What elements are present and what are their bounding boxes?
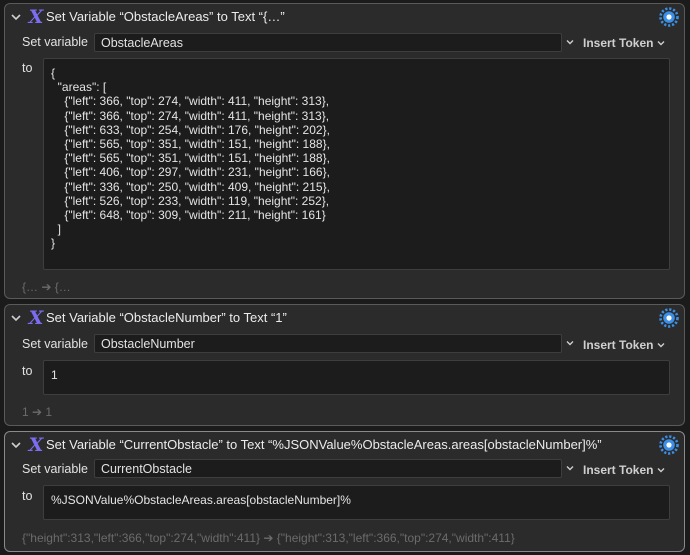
text-line: "areas": [ bbox=[51, 80, 107, 95]
text-line: {"left": 565, "top": 351, "width": 151, … bbox=[51, 137, 330, 152]
result-preview: {… ➔ {… bbox=[22, 280, 71, 294]
collapse-chevron-icon[interactable] bbox=[10, 11, 22, 23]
text-line: {"left": 366, "top": 274, "width": 411, … bbox=[51, 94, 330, 109]
text-line: {"left": 648, "top": 309, "width": 211, … bbox=[51, 208, 326, 223]
insert-token-button[interactable]: Insert Token bbox=[583, 338, 653, 352]
text-value-field[interactable]: { "areas": [ {"left": 366, "top": 274, "… bbox=[43, 58, 670, 270]
svg-text:X: X bbox=[28, 6, 45, 28]
variable-name-field[interactable]: CurrentObstacle bbox=[94, 459, 562, 478]
action-set-variable-obstacleareas: X Set Variable “ObstacleAreas” to Text “… bbox=[4, 3, 685, 299]
set-variable-label: Set variable bbox=[22, 462, 89, 476]
variable-x-icon: X bbox=[28, 434, 45, 456]
result-preview: 1 ➔ 1 bbox=[22, 405, 53, 419]
gear-icon[interactable] bbox=[659, 308, 679, 328]
insert-token-chevron-icon[interactable] bbox=[656, 340, 666, 350]
insert-token-chevron-icon[interactable] bbox=[656, 465, 666, 475]
action-title: Set Variable “CurrentObstacle” to Text “… bbox=[46, 437, 602, 452]
action-header[interactable]: X Set Variable “CurrentObstacle” to Text… bbox=[5, 432, 684, 458]
action-header[interactable]: X Set Variable “ObstacleAreas” to Text “… bbox=[5, 4, 684, 30]
text-line: 1 bbox=[51, 368, 58, 382]
text-value-field[interactable]: %JSONValue%ObstacleAreas.areas[obstacleN… bbox=[43, 485, 670, 520]
insert-token-button[interactable]: Insert Token bbox=[583, 36, 653, 50]
text-value-content: 1 bbox=[51, 368, 58, 382]
gear-icon[interactable] bbox=[659, 7, 679, 27]
action-set-variable-obstaclenumber: X Set Variable “ObstacleNumber” to Text … bbox=[4, 304, 685, 426]
text-value-field[interactable]: 1 bbox=[43, 360, 670, 395]
action-header[interactable]: X Set Variable “ObstacleNumber” to Text … bbox=[5, 305, 684, 331]
text-value-content: %JSONValue%ObstacleAreas.areas[obstacleN… bbox=[51, 493, 351, 507]
to-label: to bbox=[22, 489, 33, 503]
text-line: } bbox=[51, 236, 56, 251]
text-line: {"left": 633, "top": 254, "width": 176, … bbox=[51, 122, 330, 137]
result-preview: {"height":313,"left":366,"top":274,"widt… bbox=[22, 531, 515, 545]
to-label: to bbox=[22, 61, 33, 75]
insert-token-button[interactable]: Insert Token bbox=[583, 463, 653, 477]
gear-icon[interactable] bbox=[659, 435, 679, 455]
variable-dropdown-chevron-icon[interactable] bbox=[565, 463, 575, 473]
variable-dropdown-chevron-icon[interactable] bbox=[565, 37, 575, 47]
text-value-content: { "areas": [ {"left": 366, "top": 274, "… bbox=[51, 66, 330, 251]
set-variable-label: Set variable bbox=[22, 35, 89, 49]
collapse-chevron-icon[interactable] bbox=[10, 439, 22, 451]
svg-text:X: X bbox=[28, 434, 45, 456]
set-variable-label: Set variable bbox=[22, 337, 89, 351]
to-label: to bbox=[22, 364, 33, 378]
text-line: {"left": 366, "top": 274, "width": 411, … bbox=[51, 108, 330, 123]
variable-x-icon: X bbox=[28, 307, 45, 329]
text-line: {"left": 336, "top": 250, "width": 409, … bbox=[51, 179, 330, 194]
action-set-variable-currentobstacle: X Set Variable “CurrentObstacle” to Text… bbox=[4, 431, 685, 552]
action-title: Set Variable “ObstacleAreas” to Text “{…… bbox=[46, 9, 285, 24]
variable-dropdown-chevron-icon[interactable] bbox=[565, 338, 575, 348]
text-line: ] bbox=[51, 222, 62, 237]
variable-name-field[interactable]: ObstacleNumber bbox=[94, 334, 562, 353]
action-title: Set Variable “ObstacleNumber” to Text “1… bbox=[46, 310, 287, 325]
text-line: {"left": 565, "top": 351, "width": 151, … bbox=[51, 151, 330, 166]
text-line: %JSONValue%ObstacleAreas.areas[obstacleN… bbox=[51, 493, 351, 507]
text-line: {"left": 526, "top": 233, "width": 119, … bbox=[51, 193, 330, 208]
text-line: { bbox=[51, 66, 56, 80]
text-line: {"left": 406, "top": 297, "width": 231, … bbox=[51, 165, 330, 180]
insert-token-chevron-icon[interactable] bbox=[656, 38, 666, 48]
svg-text:X: X bbox=[28, 307, 45, 329]
collapse-chevron-icon[interactable] bbox=[10, 312, 22, 324]
variable-x-icon: X bbox=[28, 6, 45, 28]
variable-name-field[interactable]: ObstacleAreas bbox=[94, 33, 562, 52]
